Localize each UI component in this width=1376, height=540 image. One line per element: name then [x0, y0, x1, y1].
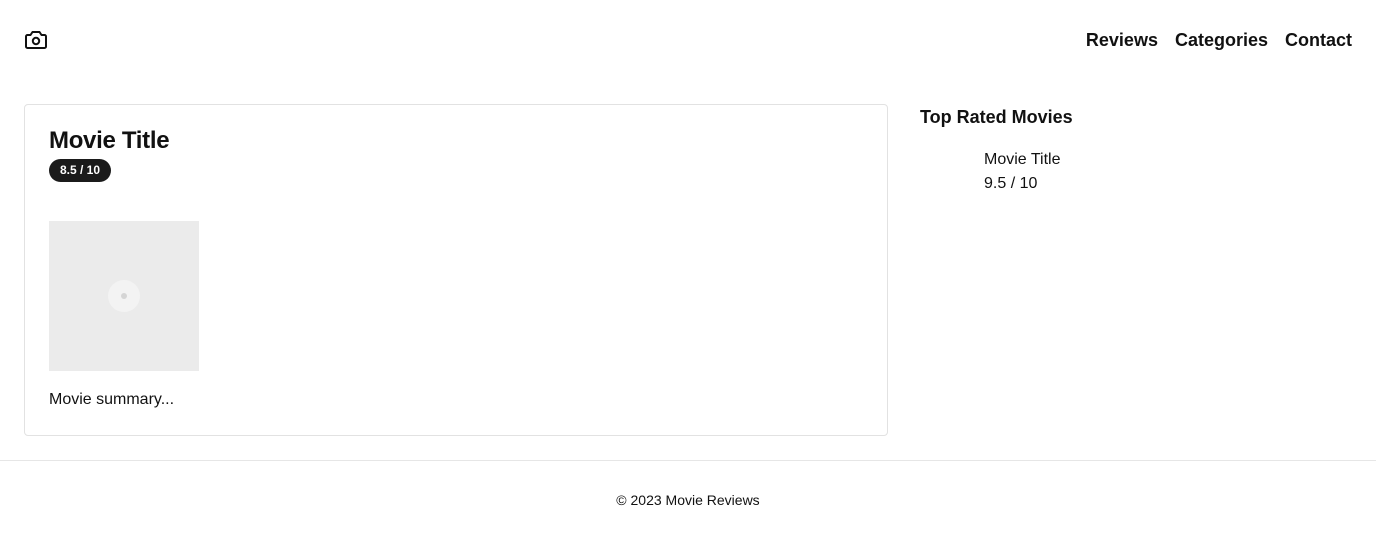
nav-contact[interactable]: Contact — [1285, 28, 1352, 52]
site-header: Reviews Categories Contact — [0, 0, 1376, 80]
nav-categories[interactable]: Categories — [1175, 28, 1268, 52]
nav-reviews[interactable]: Reviews — [1086, 28, 1158, 52]
movie-poster — [49, 221, 199, 371]
footer-divider — [0, 460, 1376, 461]
camera-icon[interactable] — [24, 29, 48, 51]
top-rated-item-rating: 9.5 / 10 — [984, 175, 1038, 192]
top-rated-item-title[interactable]: Movie Title — [984, 148, 1060, 172]
footer-copyright: © 2023 Movie Reviews — [616, 492, 760, 508]
movie-review-card: Movie Title 8.5 / 10 Movie summary... — [24, 104, 888, 436]
top-rated-item[interactable]: Movie Title 9.5 / 10 — [984, 148, 1060, 196]
movie-summary: Movie summary... — [49, 391, 175, 408]
rating-badge: 8.5 / 10 — [49, 159, 112, 182]
movie-title: Movie Title — [49, 127, 170, 154]
image-placeholder-icon — [108, 280, 140, 312]
main-nav: Reviews Categories Contact — [1086, 28, 1352, 52]
sidebar-title: Top Rated Movies — [920, 107, 1073, 127]
top-rated-sidebar: Top Rated Movies Movie Title 9.5 / 10 — [920, 104, 1352, 192]
